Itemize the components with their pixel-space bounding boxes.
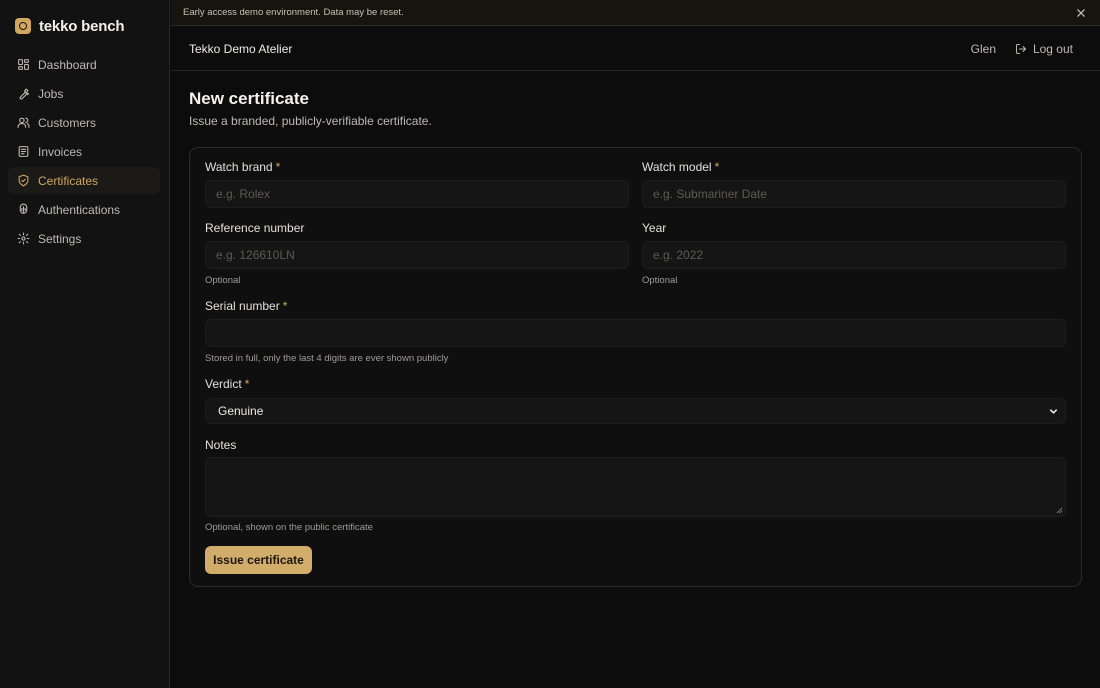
sidebar-item-label: Jobs <box>38 86 64 101</box>
watch-model-label: Watch model * <box>642 160 719 174</box>
sidebar-item-authentications[interactable]: Authentications <box>8 196 160 223</box>
logout-icon <box>1015 43 1026 54</box>
topbar: Tekko Demo Atelier Glen Log out <box>171 27 1100 71</box>
gear-icon <box>17 232 30 245</box>
sidebar-item-jobs[interactable]: Jobs <box>8 80 160 107</box>
page-title: New certificate <box>189 89 309 108</box>
reference-number-label: Reference number <box>205 221 305 235</box>
reference-number-input[interactable] <box>205 241 629 269</box>
sidebar-item-settings[interactable]: Settings <box>8 225 160 252</box>
shield-icon <box>18 174 29 187</box>
serial-number-hint: Stored in full, only the last 4 digits a… <box>205 353 449 364</box>
verdict-selected-value: Genuine <box>218 404 264 418</box>
sidebar-item-dashboard[interactable]: Dashboard <box>8 51 160 78</box>
sidebar-item-label: Authentications <box>38 202 121 217</box>
notes-label: Notes <box>205 438 237 452</box>
users-icon <box>17 117 30 128</box>
issue-certificate-button[interactable]: Issue certificate <box>205 546 312 574</box>
certificate-form: Watch brand* Watch model* Reference numb… <box>189 147 1082 587</box>
serial-number-label: Serial number * <box>205 299 287 313</box>
wrench-icon <box>19 88 29 100</box>
brand-name: tekko bench <box>39 17 125 35</box>
page-subtitle: Issue a branded, publicly-verifiable cer… <box>189 114 432 128</box>
chevron-down-icon <box>1049 409 1058 414</box>
sidebar-item-label: Customers <box>38 115 97 130</box>
logout-button[interactable]: Log out <box>1015 42 1073 56</box>
reference-number-hint: Optional <box>205 275 241 286</box>
serial-number-input[interactable] <box>205 319 1066 347</box>
sidebar-item-label: Invoices <box>38 144 83 159</box>
year-hint: Optional <box>642 275 678 286</box>
watch-brand-input[interactable] <box>205 180 629 208</box>
required-marker: * <box>714 160 720 174</box>
year-label: Year <box>642 221 667 235</box>
watch-brand-label-text: Watch brand <box>205 160 273 174</box>
notes-textarea[interactable] <box>205 457 1066 517</box>
sidebar-item-label: Settings <box>38 231 82 246</box>
sidebar: tekko bench Dashboard Jobs Customers Inv… <box>0 0 170 688</box>
close-icon[interactable] <box>1075 7 1087 19</box>
sidebar-item-invoices[interactable]: Invoices <box>8 138 160 165</box>
required-marker: * <box>282 299 288 313</box>
dashboard-icon <box>18 59 29 70</box>
verdict-select[interactable]: Genuine <box>205 398 1066 424</box>
notes-hint: Optional, shown on the public certificat… <box>205 522 373 533</box>
resize-grip-icon[interactable] <box>1056 507 1063 514</box>
verdict-label-text: Verdict <box>205 377 242 391</box>
sidebar-nav: Dashboard Jobs Customers Invoices Certif… <box>8 51 160 254</box>
receipt-icon <box>18 146 29 157</box>
sidebar-item-label: Certificates <box>38 173 99 188</box>
sidebar-item-customers[interactable]: Customers <box>8 109 160 136</box>
fingerprint-icon <box>19 203 28 214</box>
watch-model-label-text: Watch model <box>642 160 712 174</box>
required-marker: * <box>275 160 281 174</box>
year-input[interactable] <box>642 241 1066 269</box>
brand[interactable]: tekko bench <box>15 17 125 35</box>
brand-logo-icon <box>15 18 31 34</box>
sidebar-item-label: Dashboard <box>38 57 97 72</box>
logout-label: Log out <box>1032 41 1073 56</box>
demo-banner: Early access demo environment. Data may … <box>171 0 1100 26</box>
required-marker: * <box>244 377 250 391</box>
verdict-label: Verdict * <box>205 377 249 391</box>
org-name: Tekko Demo Atelier <box>189 41 293 56</box>
sidebar-item-certificates[interactable]: Certificates <box>8 167 160 194</box>
watch-model-input[interactable] <box>642 180 1066 208</box>
serial-number-label-text: Serial number <box>205 299 280 313</box>
banner-text: Early access demo environment. Data may … <box>183 7 404 18</box>
watch-brand-label: Watch brand * <box>205 160 280 174</box>
user-name[interactable]: Glen <box>971 42 996 56</box>
